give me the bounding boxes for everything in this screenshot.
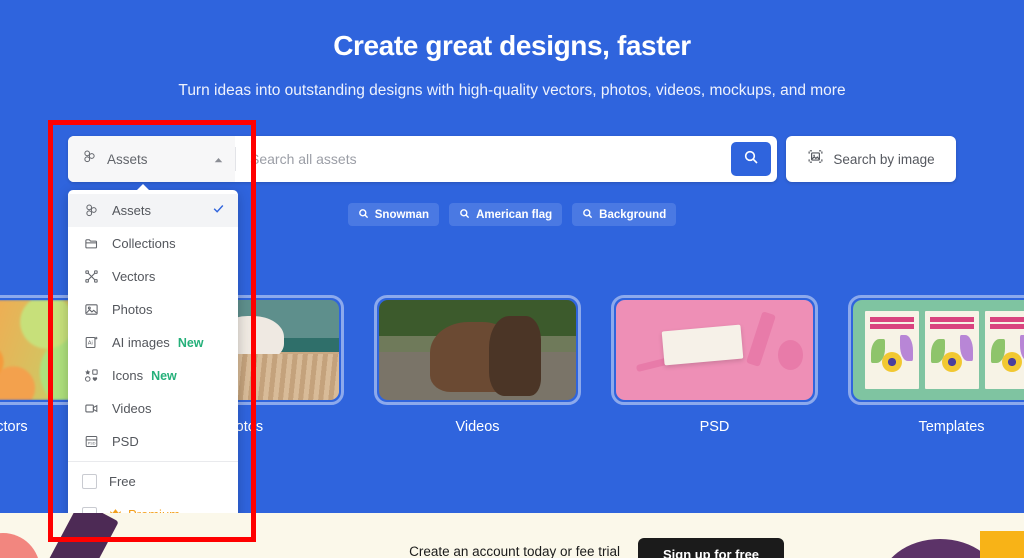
- svg-text:PSD: PSD: [87, 442, 95, 446]
- dropdown-item-label: Icons: [112, 368, 144, 383]
- dropdown-item-vectors[interactable]: Vectors: [68, 260, 238, 293]
- suggestion-chip-american-flag[interactable]: American flag: [449, 203, 563, 226]
- chevron-up-icon: [214, 150, 223, 168]
- thumb-art-templates: [853, 300, 1024, 400]
- dropdown-item-label: Assets: [112, 203, 152, 218]
- search-icon: [743, 149, 759, 170]
- crown-icon: [109, 507, 122, 513]
- video-icon: [82, 401, 100, 416]
- dropdown-item-collections[interactable]: Collections: [68, 227, 238, 260]
- dropdown-filter-label: Free: [109, 474, 136, 489]
- decorative-purple-bar: [45, 513, 119, 558]
- search-bar: Assets: [68, 136, 777, 182]
- checkbox-premium[interactable]: [82, 507, 97, 513]
- category-card-label: Videos: [455, 419, 500, 435]
- dropdown-item-badge: New: [151, 368, 177, 383]
- vectors-icon: [82, 269, 100, 284]
- category-card-videos[interactable]: Videos: [374, 295, 581, 455]
- icons-icon: [82, 368, 100, 383]
- dropdown-item-label: Vectors: [112, 269, 156, 284]
- suggestion-chip-label: Snowman: [374, 208, 430, 221]
- dropdown-item-label: Collections: [112, 236, 176, 251]
- category-card-label: Templates: [918, 419, 985, 435]
- category-card-label: PSD: [699, 419, 730, 435]
- hero-section: Create great designs, faster Turn ideas …: [0, 0, 1024, 513]
- suggestion-chip-background[interactable]: Background: [572, 203, 677, 226]
- photo-icon: [82, 302, 100, 317]
- dropdown-item-ai-images[interactable]: Ai AI images New: [68, 326, 238, 359]
- page-subtitle: Turn ideas into outstanding designs with…: [178, 82, 846, 99]
- asset-type-dropdown-menu: Assets Collections Vectors Photos Ai AI …: [68, 184, 238, 513]
- promo-tagline: Create an account today or fee trial: [409, 544, 620, 558]
- category-card-templates[interactable]: Templates: [848, 295, 1024, 455]
- card-thumbnail[interactable]: [848, 295, 1024, 405]
- dropdown-item-videos[interactable]: Videos: [68, 392, 238, 425]
- dropdown-item-icons[interactable]: Icons New: [68, 359, 238, 392]
- dropdown-filter-free[interactable]: Free: [68, 465, 238, 498]
- asset-type-label: Assets: [107, 151, 148, 167]
- asset-type-dropdown-trigger[interactable]: Assets: [68, 136, 235, 182]
- dropdown-item-label: PSD: [112, 434, 139, 449]
- thumb-art-psd: [616, 300, 813, 400]
- image-scan-icon: [807, 148, 824, 170]
- thumb-art-videos: [379, 300, 576, 400]
- assets-icon: [82, 203, 100, 218]
- decorative-pink-circle: [0, 533, 40, 558]
- signup-button[interactable]: Sign up for free: [638, 538, 784, 558]
- app-root: Create an account today or fee trial Sig…: [0, 0, 1024, 558]
- dropdown-item-label: Videos: [112, 401, 152, 416]
- dropdown-item-assets[interactable]: Assets: [68, 194, 238, 227]
- dropdown-item-photos[interactable]: Photos: [68, 293, 238, 326]
- psd-icon: PSD: [82, 434, 100, 449]
- dropdown-filter-premium-wrap: Premium: [109, 507, 180, 513]
- dropdown-separator: [68, 461, 238, 462]
- dropdown-item-badge: New: [177, 335, 204, 350]
- search-input[interactable]: [236, 136, 731, 182]
- suggestion-chip-snowman[interactable]: Snowman: [347, 203, 440, 226]
- dropdown-item-psd[interactable]: PSD PSD: [68, 425, 238, 458]
- search-icon: [358, 208, 369, 222]
- suggestion-chip-label: American flag: [476, 208, 553, 221]
- card-thumbnail[interactable]: [374, 295, 581, 405]
- dropdown-filter-premium[interactable]: Premium: [68, 498, 238, 513]
- search-submit-button[interactable]: [731, 142, 771, 176]
- decorative-yellow-shape: [980, 531, 1024, 558]
- category-card-psd[interactable]: PSD: [611, 295, 818, 455]
- card-thumbnail[interactable]: [611, 295, 818, 405]
- assets-icon: [82, 149, 97, 169]
- suggestion-chip-label: Background: [599, 208, 667, 221]
- checkbox-free[interactable]: [82, 474, 97, 489]
- search-by-image-label: Search by image: [833, 151, 935, 167]
- svg-text:Ai: Ai: [87, 341, 92, 347]
- dropdown-filter-label: Premium: [128, 507, 180, 513]
- ai-image-icon: Ai: [82, 335, 100, 350]
- search-by-image-button[interactable]: Search by image: [786, 136, 956, 182]
- page-title: Create great designs, faster: [333, 30, 691, 61]
- search-icon: [459, 208, 470, 222]
- dropdown-item-label: Photos: [112, 302, 153, 317]
- check-icon: [212, 202, 225, 220]
- search-icon: [582, 208, 593, 222]
- dropdown-item-label: AI images: [112, 335, 170, 350]
- folder-icon: [82, 236, 100, 251]
